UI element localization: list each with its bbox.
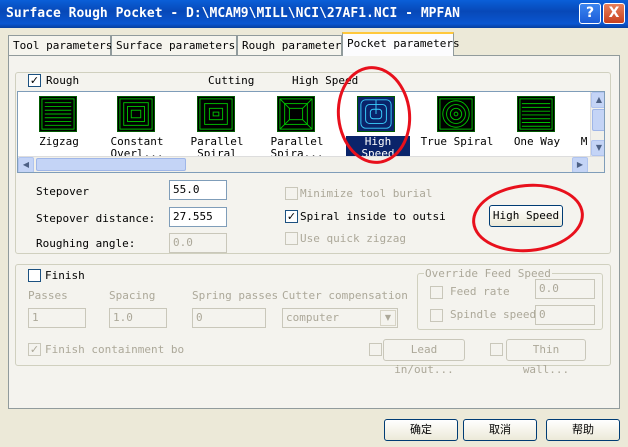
- finish-label: Finish: [45, 269, 85, 282]
- rough-checkbox[interactable]: ✓: [28, 74, 41, 87]
- stepover-distance-label: Stepover distance:: [36, 212, 156, 225]
- cutter-compensation-label: Cutter compensation: [282, 289, 408, 302]
- feed-rate-label: Feed rate: [450, 285, 510, 298]
- help-footer-button[interactable]: 帮助: [546, 419, 620, 441]
- scroll-up-icon[interactable]: ▲: [591, 92, 604, 108]
- scroll-right-icon[interactable]: ▶: [572, 157, 588, 172]
- constant-overlap-icon: [117, 96, 155, 132]
- parallel-spiral-icon: [197, 96, 235, 132]
- pattern-parallel-spiral-clean[interactable]: Parallel Spira...: [258, 92, 336, 162]
- spindle-speed-label: Spindle speed: [450, 308, 537, 321]
- spindle-speed-field[interactable]: 0: [535, 305, 595, 325]
- feed-rate-checkbox[interactable]: [430, 286, 443, 299]
- cutting-header: Cutting: [208, 74, 255, 87]
- ok-button[interactable]: 确定: [384, 419, 458, 441]
- lead-in-out-checkbox[interactable]: [369, 343, 382, 356]
- roughing-angle-label: Roughing angle:: [36, 237, 136, 250]
- help-button[interactable]: ?: [579, 3, 601, 24]
- pattern-label: One Way: [513, 135, 561, 148]
- spindle-speed-checkbox[interactable]: [430, 309, 443, 322]
- pattern-label: True Spiral: [420, 135, 494, 148]
- passes-label: Passes: [28, 289, 68, 302]
- spiral-inside-label: Spiral inside to outsi: [300, 210, 446, 223]
- pattern-horizontal-scrollbar[interactable]: ◀ ▶: [18, 156, 604, 172]
- passes-field[interactable]: 1: [28, 308, 86, 328]
- cutting-method-list[interactable]: Zigzag Constant Overl... Parallel Spiral P…: [17, 91, 605, 173]
- stepover-label: Stepover: [36, 185, 89, 198]
- spring-passes-field[interactable]: 0: [192, 308, 266, 328]
- use-quick-zigzag-checkbox[interactable]: [285, 232, 298, 245]
- pattern-label: Zigzag: [39, 135, 79, 148]
- pattern-one-way[interactable]: One Way: [498, 92, 576, 162]
- window-title: Surface Rough Pocket - D:\MCAM9\MILL\NCI…: [0, 0, 628, 28]
- minimize-tool-burial-label: Minimize tool burial: [300, 187, 433, 200]
- stepover-field[interactable]: 55.0: [169, 180, 227, 200]
- tab-surface-parameters[interactable]: Surface parameters: [111, 35, 237, 55]
- spacing-label: Spacing: [109, 289, 156, 302]
- finish-containment-label: Finish containment boun: [45, 343, 185, 356]
- tab-pocket-parameters[interactable]: Pocket parameters: [342, 32, 460, 56]
- tab-rough-parameters[interactable]: Rough parameters: [237, 35, 348, 55]
- one-way-icon: [517, 96, 555, 132]
- thin-wall-checkbox[interactable]: [490, 343, 503, 356]
- chevron-down-icon: ▼: [380, 310, 396, 326]
- spacing-field[interactable]: 1.0: [109, 308, 167, 328]
- pattern-constant-overlap[interactable]: Constant Overl...: [98, 92, 176, 162]
- rough-label: Rough: [46, 74, 80, 87]
- cancel-button[interactable]: 取消: [463, 419, 537, 441]
- feed-rate-field[interactable]: 0.0: [535, 279, 595, 299]
- close-button[interactable]: X: [603, 3, 625, 24]
- scroll-thumb[interactable]: [592, 109, 604, 131]
- stepover-distance-field[interactable]: 27.555: [169, 207, 227, 227]
- use-quick-zigzag-label: Use quick zigzag: [300, 232, 406, 245]
- minimize-tool-burial-checkbox[interactable]: [285, 187, 298, 200]
- scroll-down-icon[interactable]: ▼: [591, 140, 604, 156]
- scroll-left-icon[interactable]: ◀: [18, 157, 34, 172]
- pattern-label: M: [580, 135, 588, 148]
- tab-tool-parameters[interactable]: Tool parameters: [8, 35, 112, 55]
- true-spiral-icon: [437, 96, 475, 132]
- thin-wall-button[interactable]: Thin wall...: [506, 339, 586, 376]
- finish-checkbox[interactable]: [28, 269, 41, 282]
- finish-containment-checkbox[interactable]: ✓: [28, 343, 41, 356]
- lead-in-out-button[interactable]: Lead in/out...: [383, 339, 465, 376]
- zigzag-icon: [39, 96, 77, 132]
- scroll-thumb[interactable]: [36, 158, 186, 171]
- override-feed-speed-title: Override Feed Speed: [424, 267, 552, 280]
- parallel-spiral-clean-icon: [277, 96, 315, 132]
- pattern-zigzag[interactable]: Zigzag: [20, 92, 98, 162]
- cutter-compensation-dropdown[interactable]: computer ▼: [282, 308, 398, 328]
- spring-passes-label: Spring passes: [192, 289, 279, 302]
- roughing-angle-field[interactable]: 0.0: [169, 233, 227, 253]
- pattern-true-spiral[interactable]: True Spiral: [418, 92, 496, 162]
- pattern-parallel-spiral[interactable]: Parallel Spiral: [178, 92, 256, 162]
- pattern-vertical-scrollbar[interactable]: ▲ ▼: [590, 92, 604, 156]
- spiral-inside-checkbox[interactable]: ✓: [285, 210, 298, 223]
- pattern-morph[interactable]: M: [578, 92, 590, 162]
